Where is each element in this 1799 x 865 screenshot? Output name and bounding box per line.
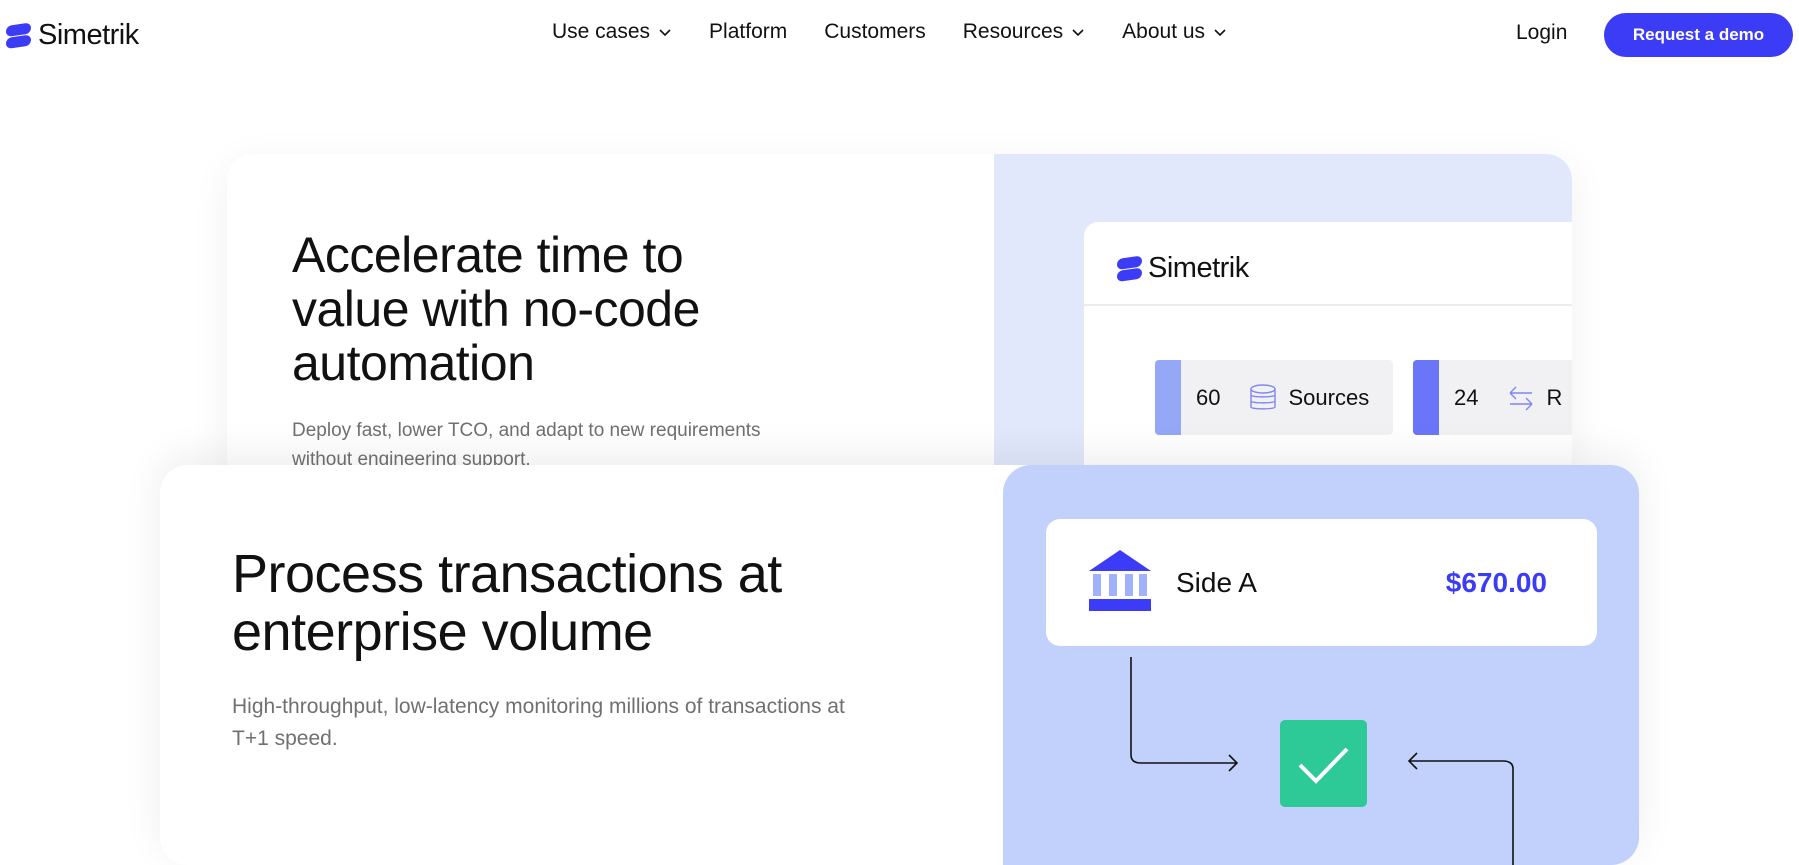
feature-title: Process transactions at enterprise volum…: [232, 544, 782, 662]
stat-rules: 24 R: [1413, 360, 1572, 435]
nav-item-label: Resources: [962, 20, 1064, 43]
nav-item-use-cases[interactable]: Use cases: [552, 20, 672, 44]
chevron-down-icon: [1072, 29, 1084, 37]
side-amount: $670.00: [1445, 567, 1547, 598]
top-navbar: Simetrik Use cases Platform Customers Re…: [0, 0, 1799, 70]
login-link[interactable]: Login: [1516, 21, 1567, 45]
check-box: [1280, 720, 1367, 807]
simetrik-logo-icon: [6, 22, 31, 48]
app-mockup-brand: Simetrik: [1148, 252, 1249, 284]
feature-card-volume: Process transactions at enterprise volum…: [160, 465, 1639, 865]
feature-visual-panel: Side A $670.00: [1003, 465, 1639, 865]
stat-label: R: [1546, 384, 1563, 410]
feature-card-text: Accelerate time to value with no-code au…: [292, 228, 792, 474]
chevron-down-icon: [1214, 29, 1226, 37]
nav-item-label: Customers: [824, 20, 926, 43]
app-mockup-logo: Simetrik: [1117, 252, 1249, 285]
nav-item-resources[interactable]: Resources: [963, 20, 1085, 44]
feature-subtitle: High-throughput, low-latency monitoring …: [232, 695, 845, 750]
bank-icon: [1089, 550, 1151, 611]
feature-visual-panel: Simetrik 60 Sources 24 R: [994, 154, 1572, 484]
nav-item-label: Platform: [709, 20, 788, 43]
app-mockup: Simetrik 60 Sources 24 R: [1084, 222, 1572, 484]
simetrik-logo-icon: [1117, 255, 1142, 281]
nav-item-customers[interactable]: Customers: [824, 20, 926, 44]
stat-sources: 60 Sources: [1155, 360, 1393, 435]
nav-links: Use cases Platform Customers Resources A…: [552, 20, 1264, 44]
flow-arrow-left: [1130, 657, 1239, 772]
side-label: Side A: [1176, 567, 1257, 598]
nav-item-label: About us: [1122, 20, 1206, 43]
app-mockup-header: Simetrik: [1084, 222, 1572, 306]
database-icon: [1250, 383, 1277, 410]
request-demo-button[interactable]: Request a demo: [1604, 13, 1793, 57]
stat-value: 60: [1196, 384, 1221, 410]
flow-arrow-right: [1407, 752, 1514, 865]
stat-accent-bar: [1155, 360, 1181, 435]
brand-name: Simetrik: [38, 19, 139, 51]
nav-item-about-us[interactable]: About us: [1122, 20, 1227, 44]
feature-card-automation: Accelerate time to value with no-code au…: [227, 154, 1572, 484]
side-a-card: Side A $670.00: [1046, 519, 1597, 646]
stat-label: Sources: [1288, 384, 1370, 410]
stat-accent-bar: [1413, 360, 1439, 435]
nav-item-platform[interactable]: Platform: [709, 20, 787, 44]
swap-arrows-icon: [1509, 386, 1533, 410]
stat-value: 24: [1454, 384, 1479, 410]
feature-title: Accelerate time to value with no-code au…: [292, 227, 700, 391]
brand-logo[interactable]: Simetrik: [6, 19, 139, 52]
nav-item-label: Use cases: [552, 20, 651, 43]
feature-card-text: Process transactions at enterprise volum…: [232, 545, 852, 755]
chevron-down-icon: [659, 29, 671, 37]
